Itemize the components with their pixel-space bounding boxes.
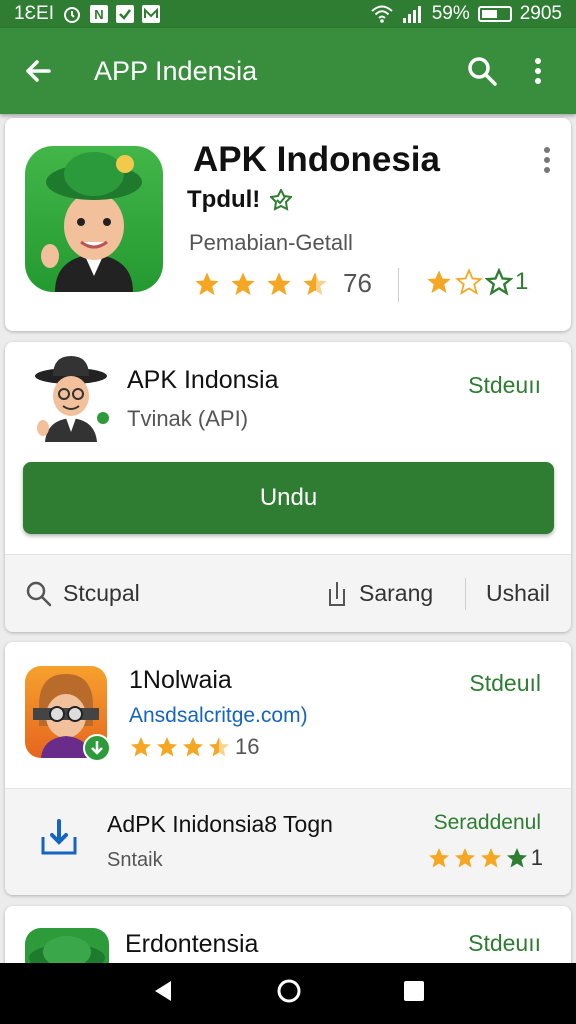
- star-icon: [427, 270, 451, 294]
- overflow-menu-button[interactable]: [518, 51, 558, 91]
- star-icon: [195, 271, 219, 295]
- share-icon: [329, 581, 345, 606]
- status-left: 1ƐEI N: [14, 3, 160, 25]
- featured-app-card[interactable]: APK Indonesia Tpdul! Pemabian-Getall 76 …: [5, 118, 571, 331]
- star-icon: [157, 737, 177, 757]
- star-outline-icon: [455, 268, 483, 295]
- app-card-list: 1Nolwaia Ansdsalcritge.com) 16 Stdeuıl A…: [5, 642, 571, 895]
- list-item-subtitle: Sntaik: [107, 849, 163, 871]
- back-nav-button[interactable]: [151, 979, 175, 1008]
- app-title: 1Nolwaia: [129, 666, 232, 694]
- home-nav-button[interactable]: [276, 978, 302, 1009]
- app-title: Erdontensia: [125, 930, 259, 958]
- star-green-icon: [506, 848, 527, 868]
- more-vert-icon: [544, 147, 550, 173]
- search-action[interactable]: Stcupal: [25, 580, 325, 608]
- app-subtitle: Tpdul!: [187, 186, 293, 214]
- star-icon: [428, 848, 449, 868]
- app-title: APK Indonsia: [127, 366, 279, 394]
- download-badge-icon: [83, 734, 111, 762]
- triangle-back-icon: [154, 981, 171, 1001]
- more-action[interactable]: Ushail: [486, 580, 550, 607]
- square-recents-icon: [404, 981, 425, 1001]
- app-bar-title: APP Indensia: [94, 55, 258, 86]
- alarm-icon: [64, 7, 80, 23]
- verified-badge-icon: [270, 189, 293, 211]
- share-action-label: Sarang: [359, 580, 434, 606]
- search-action-label: Stcupal: [63, 580, 140, 606]
- more-action-label: Ushail: [486, 580, 550, 606]
- app-subtitle: Tvinak (API): [127, 406, 249, 431]
- app-icon[interactable]: [25, 666, 111, 762]
- star-half-icon: [303, 271, 327, 295]
- status-right: 59% 2905: [370, 3, 562, 25]
- list-item-title: AdPK Inidonsia8 Togn: [107, 811, 333, 837]
- check-box-icon: [116, 5, 134, 23]
- app-card-download: APK Indonsia Tvinak (API) Stdeuıı Undu S…: [5, 342, 571, 632]
- app-title: APK Indonesia: [193, 140, 440, 179]
- rating-count: 1: [530, 845, 543, 870]
- star-icon: [454, 848, 475, 868]
- secondary-rating-count: 1: [515, 268, 529, 295]
- rating-divider: [398, 268, 399, 302]
- star-icon: [131, 737, 151, 757]
- mascot-icon: [41, 152, 142, 292]
- recents-nav-button[interactable]: [403, 980, 425, 1007]
- status-left-text: 1ƐEI: [14, 3, 54, 24]
- list-item-status: Seraddenul: [433, 811, 541, 834]
- app-link[interactable]: Ansdsalcritge.com): [129, 704, 308, 728]
- signal-icon: [402, 6, 421, 23]
- app-bar: APP Indensia: [0, 28, 576, 114]
- notification-icon: N: [90, 5, 108, 23]
- secondary-rating: 1: [425, 268, 528, 296]
- clock: 2905: [519, 3, 562, 24]
- download-button[interactable]: Undu: [23, 462, 554, 534]
- rating-count: 16: [235, 734, 260, 759]
- card-more-button[interactable]: [543, 146, 551, 179]
- star-half-icon: [209, 737, 229, 757]
- rating-stars: 16: [129, 734, 259, 760]
- app-description: Pemabian-Getall: [189, 230, 353, 255]
- battery-percent: 59%: [431, 3, 470, 24]
- battery-icon: [477, 6, 512, 22]
- rating-stars: 76: [193, 268, 372, 299]
- star-icon: [183, 737, 203, 757]
- status-label[interactable]: Stdeuıı: [468, 372, 541, 399]
- star-icon: [267, 271, 291, 295]
- status-label[interactable]: Stdeuıl: [469, 670, 541, 697]
- back-button[interactable]: [18, 51, 58, 91]
- action-separator: [465, 577, 466, 610]
- system-navigation-bar: [0, 963, 576, 1024]
- status-label[interactable]: Stdeuıı: [468, 930, 541, 957]
- star-icon: [231, 271, 255, 295]
- mail-icon: [142, 5, 160, 23]
- rating-count: 76: [343, 268, 372, 298]
- wifi-icon: [371, 5, 393, 23]
- action-row: Stcupal Sarang Ushail: [5, 554, 571, 632]
- search-icon: [468, 57, 497, 86]
- status-bar: 1ƐEI N 59% 2905: [0, 0, 576, 28]
- star-icon: [480, 848, 501, 868]
- more-vert-icon: [535, 58, 541, 84]
- star-outline-green-icon: [485, 268, 513, 296]
- avatar: [35, 356, 109, 442]
- app-icon: [25, 146, 163, 292]
- search-button[interactable]: [462, 51, 502, 91]
- circle-home-icon: [277, 979, 301, 1003]
- app-subtitle-text: Tpdul!: [187, 186, 261, 213]
- download-icon: [41, 819, 77, 855]
- search-icon: [26, 581, 52, 606]
- arrow-left-icon: [26, 60, 51, 82]
- list-item[interactable]: AdPK Inidonsia8 Togn Sntaik Seraddenul 1: [5, 788, 571, 895]
- rating-stars: 1: [427, 845, 543, 871]
- share-action[interactable]: Sarang: [325, 579, 465, 609]
